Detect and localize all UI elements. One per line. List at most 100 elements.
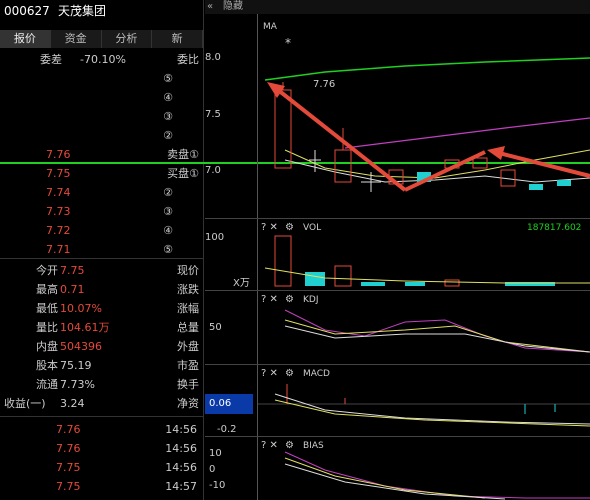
sell-level-label: ③ (163, 110, 173, 123)
stat-label: 涨跌 (177, 283, 199, 296)
stat-row: 市盈 75.19 股本 (0, 356, 203, 375)
stat-row: 总量 104.61万 量比 (0, 318, 203, 337)
stat-label-2: 最低 (36, 302, 58, 315)
tick-price: 7.75 (56, 461, 81, 474)
vol-bar (444, 279, 460, 287)
divider (0, 258, 203, 259)
kdj-k-line (284, 319, 590, 353)
candle (334, 149, 352, 183)
sell-level-label: ④ (163, 91, 173, 104)
stat-label-2: 量比 (36, 321, 58, 334)
annotation-arrow (494, 150, 590, 178)
buy-level-label: ② (163, 186, 173, 199)
sell-level-4: ④ (0, 88, 203, 107)
sell-level-3: ③ (0, 107, 203, 126)
weibi-row: 委比 -70.10% 委差 (0, 50, 203, 69)
buy-level-price: 7.75 (46, 167, 71, 180)
weibi-label: 委比 (177, 53, 199, 66)
stat-label-2: 最高 (36, 283, 58, 296)
stat-row: 换手 7.73% 流通 (0, 375, 203, 394)
stat-value: 504396 (60, 340, 102, 353)
stat-row: 外盘 504396 内盘 (0, 337, 203, 356)
ma-green-line (264, 57, 590, 81)
sell-level-5: ⑤ (0, 69, 203, 88)
chart-canvas (258, 57, 590, 500)
stat-label: 净资 (177, 397, 199, 410)
tab-analysis[interactable]: 分析 (101, 30, 153, 48)
buy-level-label: ④ (163, 224, 173, 237)
stat-label: 市盈 (177, 359, 199, 372)
stat-value: 7.75 (60, 264, 85, 277)
annotation-arrow (404, 150, 486, 192)
tick-time: 14:56 (165, 461, 197, 474)
stat-row: 涨幅 10.07% 最低 (0, 299, 203, 318)
buy-level-3: ③ 7.73 (0, 202, 203, 221)
buy-level-label: 买盘① (167, 167, 199, 180)
bias-line-3 (284, 463, 506, 500)
tick-price: 7.76 (56, 423, 81, 436)
macd-dif-line (274, 393, 590, 425)
vol-bar (334, 265, 352, 287)
stat-label: 换手 (177, 378, 199, 391)
stock-title: 000627 天茂集团 (0, 0, 203, 22)
tick-row: 14:56 7.75 (0, 458, 203, 477)
buy-level-label: ③ (163, 205, 173, 218)
stat-value: 75.19 (60, 359, 92, 372)
stat-row: 现价 7.75 今开 (0, 261, 203, 280)
tick-row: 14:57 7.75 (0, 477, 203, 496)
buy-level-5: ⑤ 7.71 (0, 240, 203, 259)
stat-value: 10.07% (60, 302, 102, 315)
vol-bar (274, 235, 292, 287)
stat-label: 外盘 (177, 340, 199, 353)
stat-row: 涨跌 0.71 最高 (0, 280, 203, 299)
buy-level-price: 7.72 (46, 224, 71, 237)
tick-price: 7.75 (56, 480, 81, 493)
kdj-j-line (284, 309, 590, 353)
sell-level-label: ② (163, 129, 173, 142)
tab-quote[interactable]: 报价 (0, 30, 51, 48)
divider (0, 416, 203, 417)
buy-level-price: 7.71 (46, 243, 71, 256)
stat-value: 0.71 (60, 283, 85, 296)
ma-purple-line (344, 117, 590, 149)
buy-level-price: 7.73 (46, 205, 71, 218)
bias-line-2 (284, 457, 486, 499)
stat-label-2: 今开 (36, 264, 58, 277)
chart-area: « 隐藏 8.0 7.5 7.0 MA * 7.76 ? ✕ ⚙ VOL 187… (205, 0, 590, 500)
stat-value: 7.73% (60, 378, 95, 391)
sell-level-2: ② (0, 126, 203, 145)
stat-value: 104.61万 (60, 321, 110, 334)
stat-label-2: 股本 (36, 359, 58, 372)
annotation-arrow (271, 84, 407, 192)
stat-row: 净资 3.24 收益(一) (0, 394, 203, 413)
candle (557, 180, 571, 186)
quote-tabs: 报价 资金 分析 新 (0, 30, 203, 48)
tick-row: 14:56 7.76 (0, 439, 203, 458)
buy-level-4: ④ 7.72 (0, 221, 203, 240)
tick-time: 14:57 (165, 480, 197, 493)
tab-funds[interactable]: 资金 (50, 30, 102, 48)
vol-bar (361, 282, 385, 286)
tab-new[interactable]: 新 (152, 30, 203, 48)
stock-code: 000627 (4, 4, 50, 18)
vol-bar (305, 272, 325, 286)
kdj-d-line (284, 325, 590, 353)
annotation-arrowhead (487, 146, 505, 160)
stat-label: 涨幅 (177, 302, 199, 315)
stat-label: 现价 (177, 264, 199, 277)
buy-level-price: 7.74 (46, 186, 71, 199)
weibi-value: -70.10% (80, 53, 126, 66)
tick-time: 14:56 (165, 442, 197, 455)
stat-label-2: 内盘 (36, 340, 58, 353)
buy-level-1: 买盘① 7.75 (0, 164, 203, 183)
candle (529, 184, 543, 190)
quote-panel: 000627 天茂集团 报价 资金 分析 新 委比 -70.10% 委差 ⑤ ④… (0, 0, 204, 500)
tick-price: 7.76 (56, 442, 81, 455)
stat-value: 3.24 (60, 397, 85, 410)
buy-level-2: ② 7.74 (0, 183, 203, 202)
stock-name: 天茂集团 (58, 4, 107, 18)
tick-row: 14:56 7.76 (0, 420, 203, 439)
stat-label: 总量 (177, 321, 199, 334)
stat-label-2: 收益(一) (4, 397, 46, 410)
stat-label-2: 流通 (36, 378, 58, 391)
